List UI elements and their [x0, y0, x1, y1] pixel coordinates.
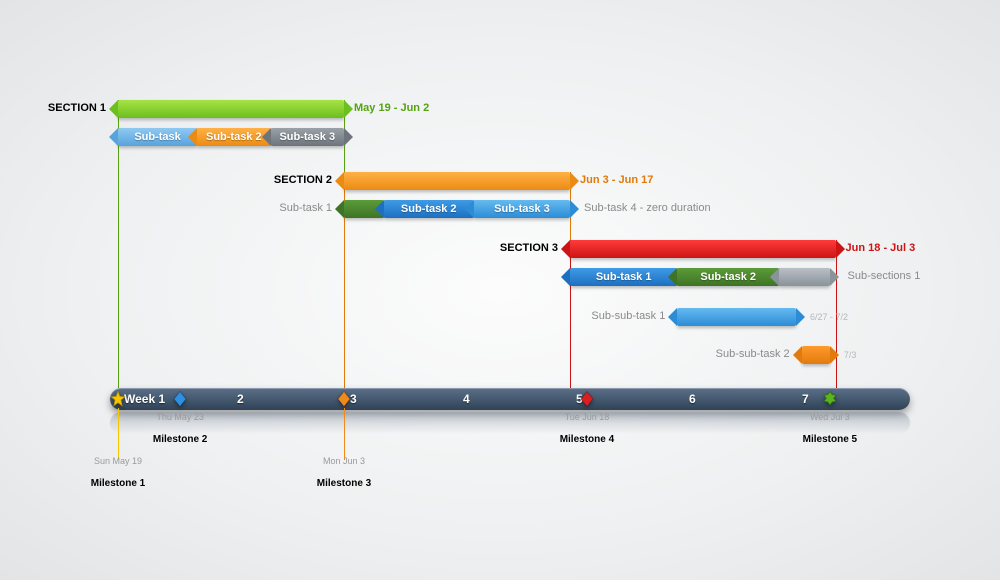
timeline-axis: Week 1234567	[110, 388, 910, 410]
subsub-2-lbl: Sub-sub-task 2	[716, 348, 790, 360]
milestone-4-marker	[578, 390, 596, 408]
milestone-3-stick	[344, 408, 345, 460]
s2-left-lbl: Sub-task 1	[279, 202, 332, 214]
milestone-5-label: Milestone 5	[785, 434, 875, 445]
milestone-5-marker	[821, 390, 839, 408]
s2-sub-1: Sub-task 2	[384, 200, 474, 218]
s2-right-lbl: Sub-task 4 - zero duration	[584, 202, 711, 214]
milestone-2-label: Milestone 2	[135, 434, 225, 445]
axis-reflection	[110, 412, 910, 434]
milestone-2-date: Thu May 23	[145, 412, 215, 422]
subsub-2-date: 7/3	[844, 350, 857, 360]
s1-sub-1: Sub-task 2	[197, 128, 270, 146]
section-3-range: Jun 18 - Jul 3	[846, 242, 916, 254]
subsub-1-bar	[677, 308, 796, 326]
axis-tick-1: Week 1	[124, 388, 165, 410]
s3-right-lbl: Sub-sections 1	[848, 270, 921, 282]
subsub-1-lbl: Sub-sub-task 1	[591, 310, 665, 322]
milestone-4-date: Tue Jun 18	[552, 412, 622, 422]
milestone-5-date: Wed Jul 3	[795, 412, 865, 422]
section-2-bar	[344, 172, 570, 190]
s1-sub-2: Sub-task 3	[271, 128, 344, 146]
axis-tick-6: 6	[689, 388, 696, 410]
s3-sub-1: Sub-task 2	[677, 268, 779, 286]
subsub-1-date: 6/27 - 7/2	[810, 312, 848, 322]
axis-tick-7: 7	[802, 388, 809, 410]
s3-sub-2	[779, 268, 830, 286]
gantt-timeline: SECTION 1May 19 - Jun 2Sub-taskSub-task …	[110, 0, 910, 580]
milestone-3-date: Mon Jun 3	[309, 456, 379, 466]
s2-sub-2: Sub-task 3	[474, 200, 570, 218]
milestone-2-marker	[171, 390, 189, 408]
axis-tick-2: 2	[237, 388, 244, 410]
section-2-title: SECTION 2	[274, 174, 332, 186]
milestone-4-label: Milestone 4	[542, 434, 632, 445]
milestone-3-label: Milestone 3	[299, 478, 389, 489]
milestone-3-marker	[335, 390, 353, 408]
guide	[570, 240, 571, 388]
milestone-1-marker	[109, 390, 127, 408]
milestone-1-label: Milestone 1	[73, 478, 163, 489]
axis-tick-4: 4	[463, 388, 470, 410]
subsub-2-bar	[802, 346, 830, 364]
section-1-title: SECTION 1	[48, 102, 106, 114]
milestone-1-date: Sun May 19	[83, 456, 153, 466]
s1-sub-0: Sub-task	[118, 128, 197, 146]
milestone-1-stick	[118, 408, 119, 460]
section-1-bar	[118, 100, 344, 118]
s3-sub-0: Sub-task 1	[570, 268, 677, 286]
section-2-range: Jun 3 - Jun 17	[580, 174, 653, 186]
section-1-range: May 19 - Jun 2	[354, 102, 429, 114]
section-3-title: SECTION 3	[500, 242, 558, 254]
section-3-bar	[570, 240, 836, 258]
